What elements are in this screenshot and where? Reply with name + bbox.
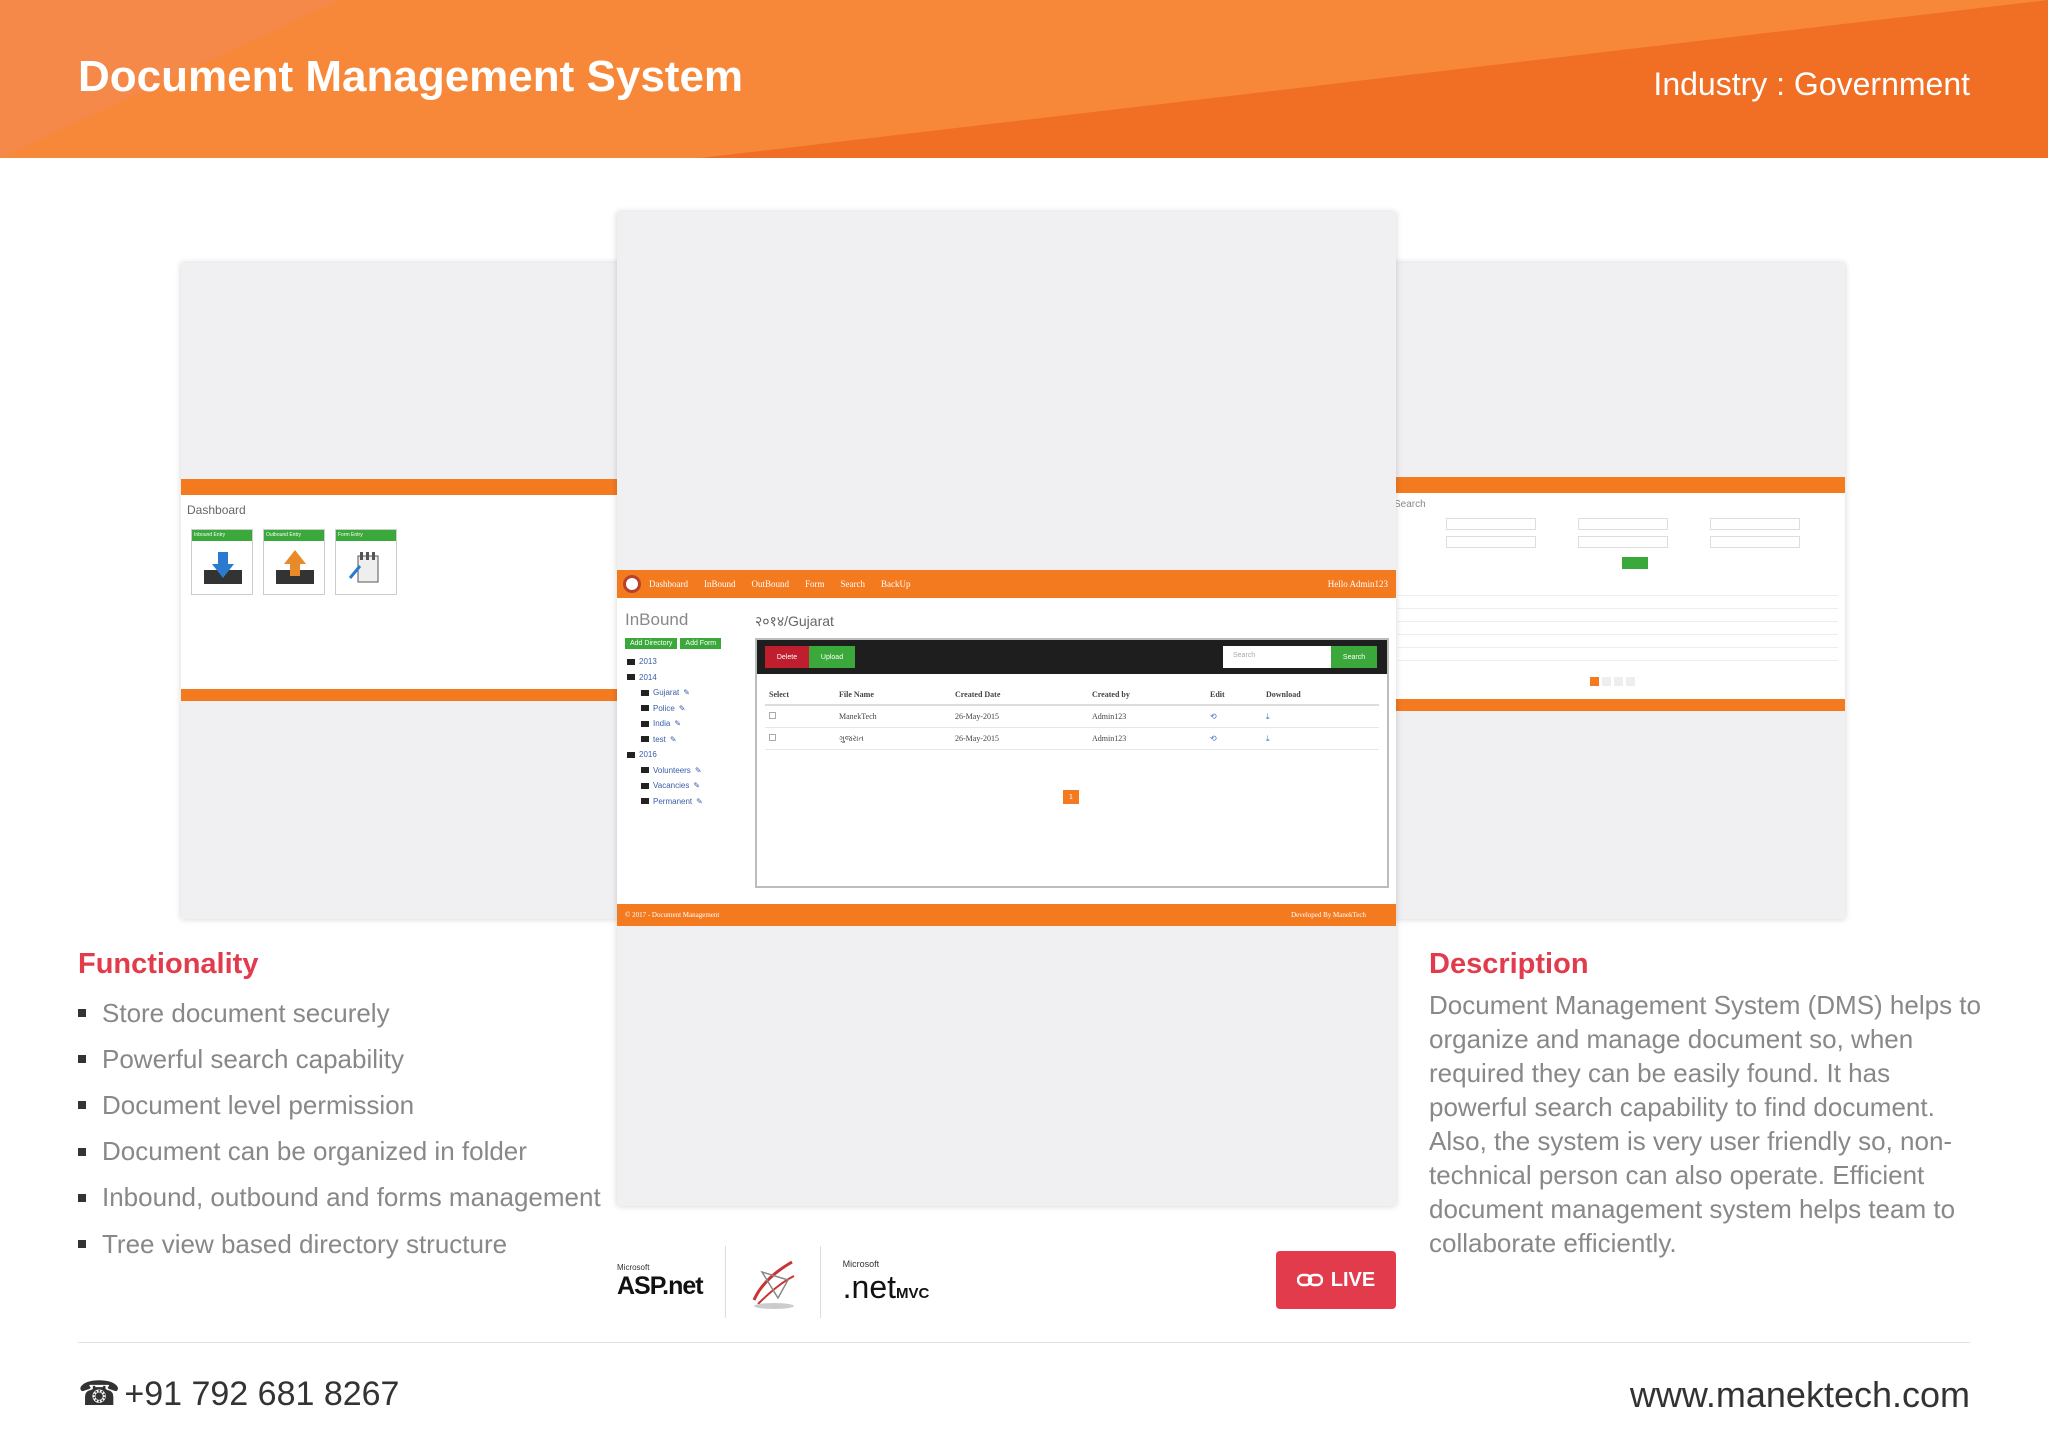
app-nav: Dashboard InBound OutBound Form Search B… (649, 579, 911, 589)
file-panel: Delete Upload Search Search Select File … (755, 638, 1389, 888)
dotnet-mvc-logo: Microsoft .netMVC (842, 1258, 930, 1305)
description-title: Description (1429, 948, 1589, 980)
inbound-screenshot: Dashboard InBound OutBound Form Search B… (617, 212, 1396, 1206)
tree-node: Vacancies ✎ (627, 778, 703, 794)
search-go-button (1622, 557, 1648, 569)
file-search-button: Search (1331, 646, 1377, 668)
list-item: Inbound, outbound and forms management (78, 1175, 601, 1221)
bullet-icon (78, 1193, 86, 1202)
header-banner: Document Management System Industry : Go… (0, 0, 2048, 158)
tile-outbound: Outbound Entry (263, 529, 325, 595)
functionality-title: Functionality (78, 948, 259, 980)
search-footer (1390, 699, 1845, 711)
tree-node: Permanent ✎ (627, 794, 703, 810)
upload-button: Upload (809, 646, 855, 668)
delete-button: Delete (765, 646, 809, 668)
nav-dashboard: Dashboard (649, 579, 688, 589)
directory-tree: 2013 2014 Gujarat ✎ Police ✎ India ✎ test ✎ … (627, 654, 703, 809)
sql-server-icon (752, 1260, 795, 1309)
tree-node: 2014 (627, 670, 703, 686)
inbound-app: Dashboard InBound OutBound Form Search B… (617, 570, 1396, 926)
bullet-icon (78, 1055, 86, 1064)
dashboard-app: Dashboard Inbound Entry Outbound Entry F… (181, 479, 626, 701)
search-app: Search (1390, 477, 1845, 711)
file-search-input: Search (1223, 646, 1331, 668)
download-icon: ⤓ (1266, 711, 1270, 721)
nav-search: Search (840, 579, 866, 589)
page-title: Document Management System (78, 52, 744, 101)
bullet-icon (78, 1009, 86, 1018)
search-form (1400, 515, 1840, 551)
list-item: Document can be organized in folder (78, 1129, 601, 1175)
tree-node: 2013 (627, 654, 703, 670)
tree-node: India ✎ (627, 716, 703, 732)
download-icon: ⤓ (1266, 733, 1270, 743)
footer-divider (78, 1342, 1970, 1343)
edit-icon: ⟲ (1210, 734, 1217, 743)
tile-inbound: Inbound Entry (191, 529, 253, 595)
list-item: Powerful search capability (78, 1036, 601, 1082)
aspnet-logo: Microsoft ASP.net (617, 1263, 704, 1300)
description-text: Document Management System (DMS) helps t… (1429, 990, 1981, 1258)
file-toolbar: Delete Upload Search Search (757, 640, 1387, 674)
tree-node: 2016 (627, 747, 703, 763)
form-icon (348, 552, 379, 583)
phone-icon: ☎ (78, 1375, 121, 1413)
list-item: Document level permission (78, 1082, 601, 1128)
tree-node: Gujarat ✎ (627, 685, 703, 701)
search-screenshot: Search (1390, 263, 1845, 919)
inbound-title: InBound (625, 610, 689, 629)
tree-node: Police ✎ (627, 701, 703, 717)
dashboard-footer (181, 689, 626, 701)
table-row: ManekTech 26-May-2015 Admin123 ⟲ ⤓ (765, 706, 1379, 728)
bullet-icon (78, 1147, 86, 1156)
link-icon (1296, 1273, 1323, 1287)
search-navbar (1390, 477, 1845, 493)
add-form-button: Add Form (680, 638, 722, 649)
functionality-list: Store document securely Powerful search … (78, 990, 601, 1267)
live-label: LIVE (1330, 1268, 1376, 1291)
breadcrumb: २०१४/Gujarat (755, 613, 834, 629)
search-pager (1590, 677, 1635, 686)
industry-label: Industry : Government (1653, 66, 1970, 102)
add-directory-button: Add Directory (625, 638, 678, 649)
search-results (1398, 583, 1838, 661)
pagination-current: 1 (1063, 790, 1079, 804)
tree-node: Volunteers ✎ (627, 763, 703, 779)
dashboard-navbar (181, 479, 626, 495)
nav-inbound: InBound (704, 579, 736, 589)
search-title: Search (1394, 499, 1426, 510)
outbound-tray-icon (276, 550, 314, 584)
dashboard-screenshot: Dashboard Inbound Entry Outbound Entry F… (181, 263, 626, 919)
row-checkbox (769, 734, 776, 741)
inbound-tray-icon (204, 552, 242, 584)
list-item: Store document securely (78, 990, 601, 1036)
user-greeting: Hello Admin123 (1327, 579, 1388, 589)
tree-buttons: Add Directory Add Form (625, 638, 722, 649)
file-table: Select File Name Created Date Created by… (765, 684, 1379, 750)
dashboard-title: Dashboard (187, 503, 246, 517)
bullet-icon (78, 1101, 86, 1110)
row-checkbox (769, 712, 776, 719)
website-link[interactable]: www.manektech.com (1630, 1374, 1970, 1416)
list-item: Tree view based directory structure (78, 1221, 601, 1267)
edit-icon: ⟲ (1210, 712, 1217, 721)
table-row: ગુજરાત 26-May-2015 Admin123 ⟲ ⤓ (765, 728, 1379, 750)
nav-backup: BackUp (881, 579, 911, 589)
tech-logos: Microsoft ASP.net Microsoft .netMVC (617, 1246, 929, 1318)
inbound-navbar: Dashboard InBound OutBound Form Search B… (617, 570, 1396, 598)
tree-node: test ✎ (627, 732, 703, 748)
table-header: Select File Name Created Date Created by… (765, 684, 1379, 706)
nav-form: Form (805, 579, 825, 589)
nav-outbound: OutBound (751, 579, 790, 589)
page: Document Management System Industry : Go… (0, 0, 2048, 1448)
bullet-icon (78, 1240, 86, 1249)
phone-number: +91 792 681 8267 (124, 1374, 400, 1413)
live-button[interactable]: LIVE (1276, 1251, 1396, 1309)
inbound-footer: © 2017 - Document Management Developed B… (617, 904, 1396, 926)
phone-contact: ☎ +91 792 681 8267 (78, 1374, 399, 1414)
tile-form: Form Entry (335, 529, 397, 595)
app-logo (623, 575, 641, 593)
dashboard-tiles: Inbound Entry Outbound Entry Form Entry (191, 529, 397, 595)
